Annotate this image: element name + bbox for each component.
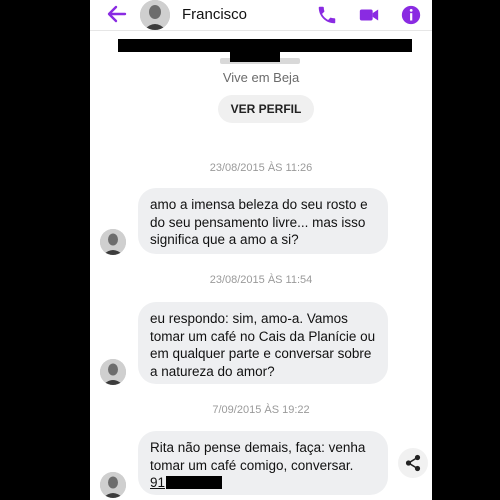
- phone-icon[interactable]: [316, 4, 338, 26]
- contact-name[interactable]: Francisco: [182, 6, 247, 23]
- message-text: Rita não pense demais, faça: venha tomar…: [150, 440, 366, 473]
- message-timestamp: 23/08/2015 ÀS 11:26: [209, 162, 313, 174]
- redaction-bar: [118, 39, 412, 52]
- info-icon[interactable]: [400, 4, 422, 26]
- back-arrow-icon[interactable]: [106, 3, 128, 25]
- chat-screen: Francisco Vive em Beja VER PERFIL 23/08/…: [90, 0, 432, 500]
- message-timestamp: 23/08/2015 ÀS 11:54: [209, 274, 313, 286]
- redaction-bar: [230, 52, 280, 62]
- message-text: eu respondo: sim, amo-a. Vamos tomar um …: [150, 311, 376, 379]
- phone-number-link[interactable]: 91: [150, 475, 223, 490]
- share-button[interactable]: [398, 448, 428, 478]
- view-profile-button[interactable]: VER PERFIL: [218, 95, 314, 123]
- message-bubble[interactable]: Rita não pense demais, faça: venha tomar…: [138, 431, 388, 495]
- chat-header: Francisco: [90, 0, 432, 31]
- video-camera-icon[interactable]: [358, 4, 380, 26]
- message-text: amo a imensa beleza do seu rosto e do se…: [150, 197, 368, 247]
- contact-avatar[interactable]: [140, 0, 170, 30]
- contact-location: Vive em Beja: [222, 70, 300, 85]
- redaction-bar: [166, 476, 223, 489]
- message-bubble[interactable]: amo a imensa beleza do seu rosto e do se…: [138, 188, 388, 254]
- sender-avatar[interactable]: [100, 472, 126, 498]
- message-timestamp: 7/09/2015 ÀS 19:22: [212, 404, 310, 416]
- share-icon: [405, 454, 421, 472]
- sender-avatar[interactable]: [100, 359, 126, 385]
- sender-avatar[interactable]: [100, 229, 126, 255]
- message-bubble[interactable]: eu respondo: sim, amo-a. Vamos tomar um …: [138, 302, 388, 384]
- phone-number-prefix: 91: [150, 475, 166, 490]
